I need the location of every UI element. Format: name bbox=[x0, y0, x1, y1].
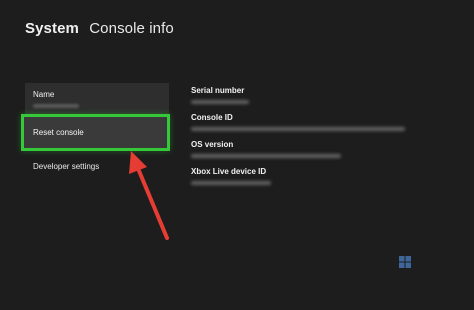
watermark bbox=[347, 254, 417, 276]
watermark-logo-icon bbox=[399, 256, 411, 268]
